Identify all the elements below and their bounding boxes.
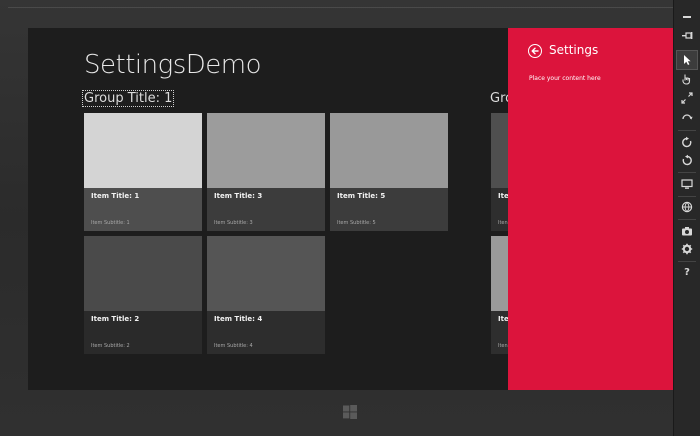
group-header-1[interactable]: Group Title: 1 [81, 90, 175, 107]
flyout-content-text: Place your content here [529, 75, 601, 82]
help-icon: ? [684, 266, 690, 278]
item-tile-4[interactable]: Item Title: 4 Item Subtitle: 4 [207, 236, 325, 354]
item-subtitle: Item Subtitle: 3 [214, 220, 253, 226]
item-title: Item Title: 4 [214, 315, 263, 323]
rotate-gesture-icon [682, 114, 693, 120]
item-subtitle: Iten [498, 343, 508, 349]
item-tile-2[interactable]: Item Title: 2 Item Subtitle: 2 [84, 236, 202, 354]
item-subtitle: Item Subtitle: 2 [91, 343, 130, 349]
item-title: Item Title: 2 [91, 315, 140, 323]
rotate-clockwise-button[interactable] [677, 133, 697, 151]
pinch-zoom-icon [681, 92, 693, 104]
item-caption: Item Title: 5 Item Subtitle: 5 [330, 188, 448, 231]
windows-start-button[interactable] [342, 404, 358, 420]
help-button[interactable]: ? [677, 263, 697, 281]
item-image [84, 113, 202, 188]
item-image [84, 236, 202, 311]
item-tile-3[interactable]: Item Title: 3 Item Subtitle: 3 [207, 113, 325, 231]
mouse-mode-button[interactable] [676, 50, 698, 70]
location-icon [681, 201, 693, 213]
settings-gear-icon [681, 243, 693, 255]
item-image [207, 236, 325, 311]
page-title: SettingsDemo [84, 50, 262, 80]
item-title: Item Title: 5 [337, 192, 386, 200]
item-image [207, 113, 325, 188]
windows-logo-icon [343, 405, 357, 419]
rotation-touch-button[interactable] [677, 108, 697, 126]
item-caption: Item Title: 2 Item Subtitle: 2 [84, 311, 202, 354]
simulator-toolbar: ? [673, 0, 700, 436]
item-title: Item Title: 3 [214, 192, 263, 200]
rotate-counterclockwise-icon [682, 154, 692, 166]
screenshot-camera-icon [682, 227, 692, 236]
back-arrow-icon [531, 47, 539, 55]
resolution-icon [681, 179, 693, 189]
minimize-button[interactable] [677, 7, 697, 25]
item-subtitle: Item Subtitle: 4 [214, 343, 253, 349]
item-caption: Item Title: 3 Item Subtitle: 3 [207, 188, 325, 231]
toolbar-separator [678, 130, 696, 131]
toolbar-separator [678, 172, 696, 173]
back-button[interactable] [528, 44, 542, 58]
mouse-pointer-icon [684, 55, 691, 65]
item-subtitle: Item Subtitle: 5 [337, 220, 376, 226]
touch-mode-button[interactable] [677, 70, 697, 88]
set-location-button[interactable] [677, 198, 697, 216]
flyout-title: Settings [549, 43, 599, 57]
tablet-bezel: SettingsDemo Group Title: 1 Gro Item Tit… [0, 0, 673, 436]
rotate-counterclockwise-button[interactable] [677, 151, 697, 169]
always-on-top-button[interactable] [677, 27, 697, 45]
change-resolution-button[interactable] [677, 175, 697, 193]
item-subtitle: Iten [498, 220, 508, 226]
item-tile-5[interactable]: Item Title: 5 Item Subtitle: 5 [330, 113, 448, 231]
touch-hand-icon [682, 74, 691, 85]
toolbar-separator [678, 219, 696, 220]
minimize-icon [683, 16, 691, 18]
pinch-zoom-button[interactable] [677, 89, 697, 107]
rotate-clockwise-icon [682, 136, 692, 148]
item-caption: Item Title: 1 Item Subtitle: 1 [84, 188, 202, 231]
toolbar-separator [678, 196, 696, 197]
bezel-edge [8, 7, 673, 8]
screenshot-button[interactable] [677, 222, 697, 240]
item-caption: Item Title: 4 Item Subtitle: 4 [207, 311, 325, 354]
item-image [330, 113, 448, 188]
settings-flyout: Settings Place your content here [508, 28, 673, 390]
screenshot-settings-button[interactable] [677, 240, 697, 258]
toolbar-separator [678, 261, 696, 262]
item-title: Item Title: 1 [91, 192, 140, 200]
item-subtitle: Item Subtitle: 1 [91, 220, 130, 226]
pin-icon [682, 32, 693, 39]
item-tile-1[interactable]: Item Title: 1 Item Subtitle: 1 [84, 113, 202, 231]
